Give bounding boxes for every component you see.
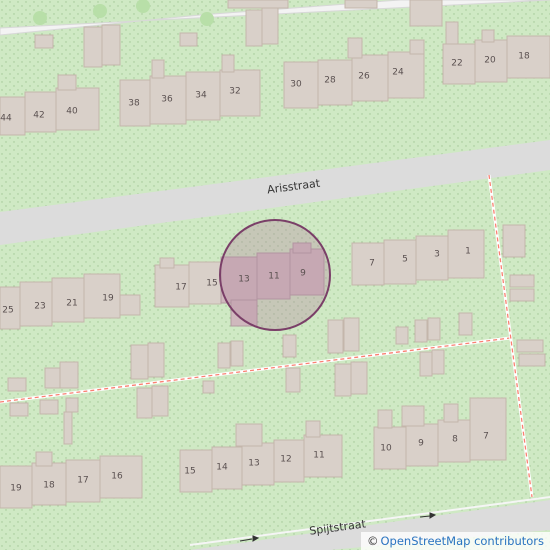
map-canvas[interactable]: Arisstraat Spijtstraat 44 42 4038 36 34 3230 2… <box>0 0 550 550</box>
house-number-label: 24 <box>392 68 404 78</box>
house-number-label: 13 <box>248 459 259 469</box>
house-number-label: 32 <box>229 87 240 97</box>
house-number-label: 14 <box>216 463 228 473</box>
house-number-label: 15 <box>184 467 195 477</box>
house-number-label: 42 <box>33 111 44 121</box>
house-number-label: 28 <box>324 76 336 86</box>
house-number-label: 5 <box>402 255 408 265</box>
house-number-label: 7 <box>483 432 489 442</box>
house-number-label: 17 <box>175 283 186 293</box>
house-number-label: 19 <box>102 294 114 304</box>
house-number-label: 22 <box>451 59 462 69</box>
house-number-label: 44 <box>0 114 12 124</box>
house-number-label: 11 <box>268 272 279 282</box>
house-number-label: 13 <box>238 275 249 285</box>
house-number-label: 20 <box>484 56 496 66</box>
house-number-label: 23 <box>34 302 45 312</box>
map-attribution: © OpenStreetMap contributors <box>360 532 550 550</box>
house-number-label: 3 <box>434 250 440 260</box>
house-number-label: 8 <box>452 435 458 445</box>
house-number-label: 12 <box>280 455 291 465</box>
house-number-label: 1 <box>465 247 471 257</box>
house-number-label: 9 <box>418 439 424 449</box>
house-number-label: 17 <box>77 476 88 486</box>
house-number-label: 38 <box>128 99 140 109</box>
house-number-label: 16 <box>111 472 123 482</box>
house-number-label: 18 <box>518 52 530 62</box>
house-number-label: 18 <box>43 481 55 491</box>
house-number-label: 36 <box>161 95 173 105</box>
house-number-label: 7 <box>369 259 375 269</box>
attribution-link[interactable]: OpenStreetMap contributors <box>380 534 544 548</box>
house-number-label: 40 <box>66 107 78 117</box>
house-number-label: 9 <box>300 269 306 279</box>
house-number-label: 30 <box>290 80 302 90</box>
house-number-label: 19 <box>10 484 22 494</box>
house-number-label: 25 <box>2 306 13 316</box>
house-number-label: 11 <box>313 451 324 461</box>
house-number-label: 10 <box>380 444 392 454</box>
house-number-label: 34 <box>195 91 207 101</box>
house-number-label: 21 <box>66 299 77 309</box>
house-number-label: 26 <box>358 72 370 82</box>
copyright-symbol: © <box>366 534 379 548</box>
house-number-label: 15 <box>206 279 217 289</box>
